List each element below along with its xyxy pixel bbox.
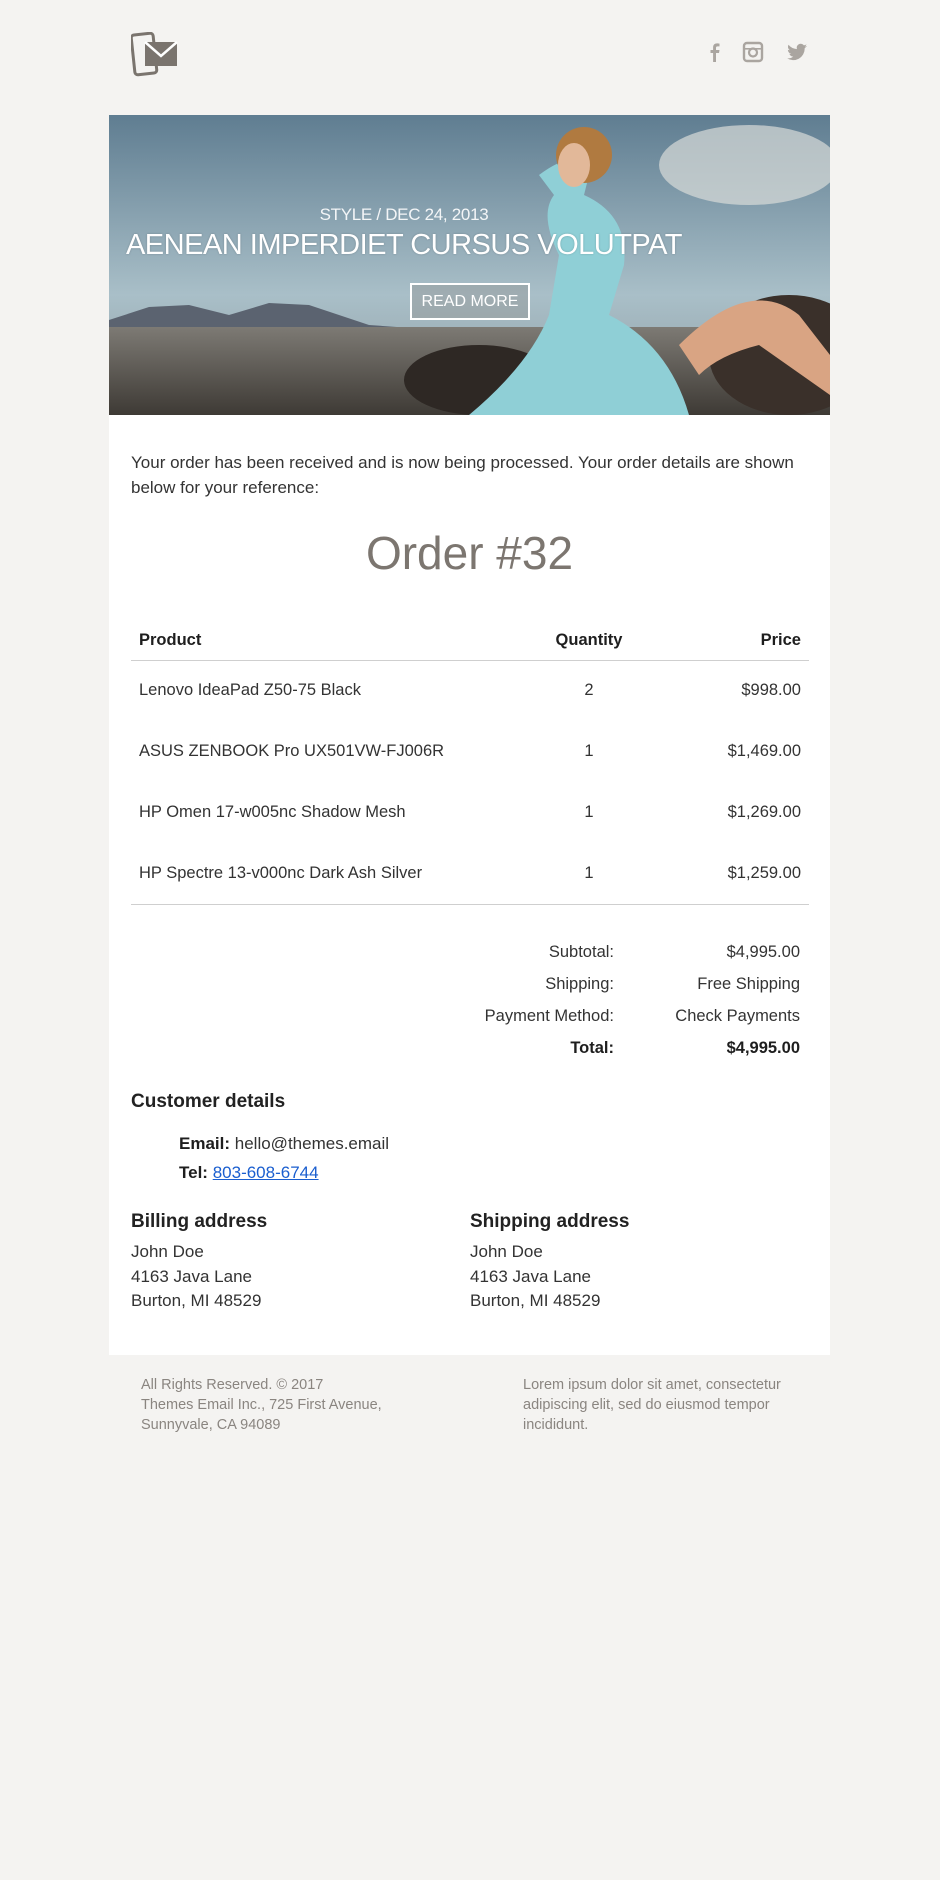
- table-row: HP Omen 17-w005nc Shadow Mesh 1 $1,269.00: [131, 782, 809, 843]
- table-row: HP Spectre 13-v000nc Dark Ash Silver 1 $1,…: [131, 843, 809, 905]
- tel-label: Tel:: [179, 1163, 208, 1182]
- footer-right-line: Lorem ipsum dolor sit amet, consectetur: [523, 1377, 781, 1393]
- order-title: Order #32: [365, 527, 574, 579]
- logo-icon[interactable]: [129, 31, 179, 78]
- tel-line: Tel: 803-608-6744: [179, 1163, 319, 1183]
- twitter-icon[interactable]: [785, 40, 809, 64]
- footer-left-line: All Rights Reserved. © 2017: [141, 1377, 324, 1393]
- price: $1,269.00: [727, 803, 801, 821]
- header-price: Price: [649, 622, 809, 661]
- intro-text: Your order has been received and is now …: [131, 453, 794, 497]
- shipping-name: John Doe: [470, 1242, 543, 1261]
- product-name: ASUS ZENBOOK Pro UX501VW-FJ006R: [139, 742, 445, 760]
- price: $1,469.00: [727, 742, 801, 760]
- billing-street: 4163 Java Lane: [131, 1267, 252, 1286]
- payment-method-label: Payment Method:: [484, 1007, 614, 1025]
- footer-right-line: incididunt.: [523, 1417, 589, 1433]
- quantity: 2: [584, 681, 594, 700]
- table-row: ASUS ZENBOOK Pro UX501VW-FJ006R 1 $1,469.0…: [131, 721, 809, 782]
- product-name: Lenovo IdeaPad Z50-75 Black: [139, 681, 361, 700]
- shipping-label: Shipping:: [545, 975, 614, 993]
- order-table: Product Quantity Price Lenovo IdeaPad Z5…: [131, 622, 809, 905]
- subtotal-label: Subtotal:: [548, 943, 614, 961]
- hero-banner: STYLE / DEC 24, 2013 AENEAN IMPERDIET CU…: [109, 115, 830, 415]
- payment-method-value: Check Payments: [675, 1007, 800, 1025]
- quantity: 1: [584, 742, 594, 760]
- footer-left-line: Sunnyvale, CA 94089: [141, 1417, 281, 1433]
- shipping-value: Free Shipping: [697, 975, 800, 993]
- price: $1,259.00: [649, 843, 809, 905]
- hero-image: [109, 115, 830, 415]
- footer-right-line: adipiscing elit, sed do eiusmod tempor: [523, 1397, 770, 1413]
- product-name: HP Spectre 13-v000nc Dark Ash Silver: [131, 843, 529, 905]
- instagram-icon[interactable]: [741, 40, 765, 64]
- total-label: Total:: [570, 1039, 614, 1057]
- quantity: 1: [529, 843, 649, 905]
- customer-details-title: Customer details: [131, 1091, 286, 1112]
- header-quantity: Quantity: [529, 622, 649, 661]
- billing-city: Burton, MI 48529: [131, 1291, 262, 1310]
- email-value: hello@themes.email: [234, 1134, 390, 1153]
- facebook-icon[interactable]: [703, 40, 727, 64]
- shipping-city: Burton, MI 48529: [470, 1291, 601, 1310]
- footer-left-line: Themes Email Inc., 725 First Avenue,: [141, 1397, 382, 1413]
- shipping-street: 4163 Java Lane: [470, 1267, 591, 1286]
- email-line: Email: hello@themes.email: [179, 1134, 389, 1154]
- tel-link[interactable]: 803-608-6744: [213, 1163, 319, 1182]
- hero-meta: STYLE / DEC 24, 2013: [319, 205, 489, 224]
- price: $998.00: [741, 681, 801, 700]
- total-value: $4,995.00: [726, 1039, 800, 1057]
- hero-title: AENEAN IMPERDIET CURSUS VOLUTPAT: [125, 229, 683, 261]
- quantity: 1: [584, 803, 594, 821]
- shipping-address-title: Shipping address: [470, 1211, 630, 1232]
- billing-address-title: Billing address: [131, 1211, 268, 1232]
- product-name: HP Omen 17-w005nc Shadow Mesh: [139, 803, 406, 821]
- email-label: Email:: [179, 1134, 231, 1153]
- billing-name: John Doe: [131, 1242, 204, 1261]
- read-more-button[interactable]: READ MORE: [410, 283, 530, 320]
- header-product: Product: [131, 622, 529, 661]
- table-row: Lenovo IdeaPad Z50-75 Black 2 $998.00: [131, 660, 809, 721]
- subtotal-value: $4,995.00: [726, 943, 800, 961]
- footer-copyright: All Rights Reserved. © 2017 Themes Email…: [141, 1375, 382, 1435]
- footer-description: Lorem ipsum dolor sit amet, consectetur …: [523, 1375, 781, 1435]
